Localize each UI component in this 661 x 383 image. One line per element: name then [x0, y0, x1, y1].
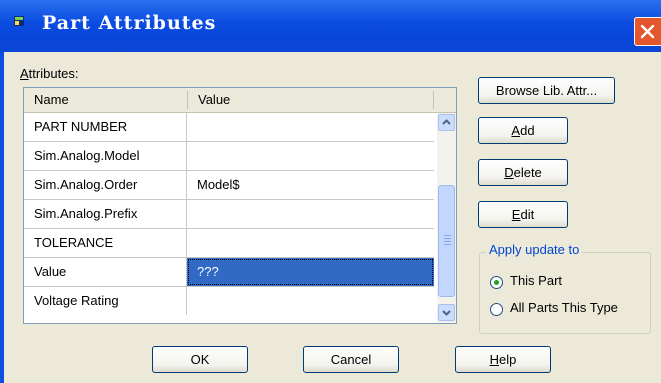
attributes-label: Attributes:: [20, 66, 79, 81]
app-icon: [14, 16, 24, 26]
radio-this-part[interactable]: [490, 276, 503, 289]
browse-lib-attr-button[interactable]: Browse Lib. Attr...: [478, 77, 615, 104]
attribute-value-cell-selected[interactable]: ???: [187, 258, 434, 286]
attribute-name-cell[interactable]: Voltage Rating: [24, 287, 187, 315]
part-attributes-dialog: Part Attributes Attributes: Name Value P…: [0, 0, 661, 383]
radio-selected-dot: [494, 280, 499, 285]
vertical-scrollbar[interactable]: [437, 113, 456, 323]
attribute-name-cell[interactable]: Value: [24, 258, 187, 286]
attribute-value-cell[interactable]: [187, 200, 434, 228]
arrow-down-icon: [442, 310, 451, 316]
thumb-grip: [444, 235, 451, 236]
table-row[interactable]: PART NUMBER: [24, 113, 434, 142]
radio-this-part-label[interactable]: This Part: [510, 273, 562, 288]
table-row[interactable]: Sim.Analog.Model: [24, 142, 434, 171]
column-divider[interactable]: [433, 91, 434, 109]
cancel-button[interactable]: Cancel: [303, 346, 399, 373]
thumb-grip: [444, 241, 451, 242]
radio-all-parts-this-type[interactable]: [490, 303, 503, 316]
attribute-value-cell[interactable]: [187, 287, 434, 315]
edit-button[interactable]: Edit: [478, 201, 568, 228]
close-icon: [640, 24, 655, 39]
window-frame-left: [0, 52, 4, 383]
scroll-thumb[interactable]: [438, 185, 455, 297]
window-title: Part Attributes: [42, 12, 217, 34]
scroll-up-button[interactable]: [438, 114, 455, 131]
attribute-name-cell[interactable]: TOLERANCE: [24, 229, 187, 257]
table-row-selected[interactable]: Value ???: [24, 258, 434, 287]
grid-header: Name Value: [24, 88, 456, 113]
table-row[interactable]: Sim.Analog.Order Model$: [24, 171, 434, 200]
attribute-name-cell[interactable]: PART NUMBER: [24, 113, 187, 141]
table-row[interactable]: TOLERANCE: [24, 229, 434, 258]
help-button[interactable]: Help: [455, 346, 551, 373]
arrow-up-icon: [442, 119, 451, 125]
table-row[interactable]: Sim.Analog.Prefix: [24, 200, 434, 229]
apply-update-group-title: Apply update to: [486, 242, 583, 257]
apply-update-group: [479, 252, 651, 334]
attribute-value-cell[interactable]: [187, 113, 434, 141]
thumb-grip: [444, 238, 451, 239]
attribute-name-cell[interactable]: Sim.Analog.Prefix: [24, 200, 187, 228]
title-bar: Part Attributes: [0, 0, 661, 52]
attribute-value-cell[interactable]: Model$: [187, 171, 434, 199]
close-button[interactable]: [634, 17, 661, 46]
attribute-value-cell[interactable]: [187, 229, 434, 257]
radio-all-parts-label[interactable]: All Parts This Type: [510, 300, 618, 315]
add-button[interactable]: Add: [478, 117, 568, 144]
attribute-name-cell[interactable]: Sim.Analog.Order: [24, 171, 187, 199]
table-row[interactable]: Voltage Rating: [24, 287, 434, 316]
attribute-name-cell[interactable]: Sim.Analog.Model: [24, 142, 187, 170]
ok-button[interactable]: OK: [152, 346, 248, 373]
column-header-name[interactable]: Name: [24, 88, 187, 112]
delete-button[interactable]: Delete: [478, 159, 568, 186]
attribute-value-cell[interactable]: [187, 142, 434, 170]
scroll-down-button[interactable]: [438, 304, 455, 321]
attributes-grid[interactable]: Name Value PART NUMBER Sim.Analog.Model …: [23, 87, 457, 324]
column-header-value[interactable]: Value: [188, 88, 434, 112]
thumb-grip: [444, 244, 451, 245]
